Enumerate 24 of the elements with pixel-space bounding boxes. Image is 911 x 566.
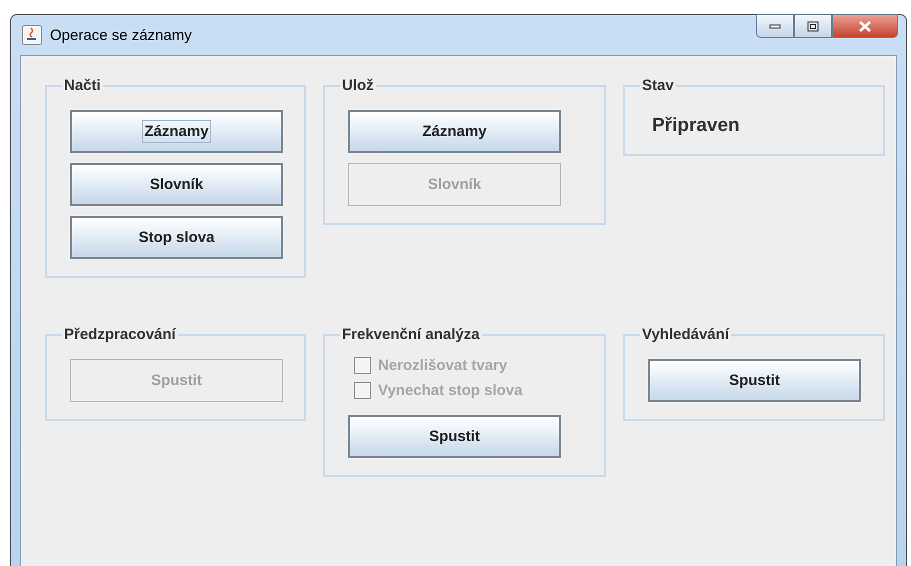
close-button[interactable] [832, 14, 898, 38]
minimize-button[interactable] [756, 14, 794, 38]
action-button[interactable]: Záznamy [70, 110, 283, 153]
group-title: Ulož [341, 77, 375, 94]
close-icon [858, 20, 872, 32]
status-text: Připraven [652, 115, 741, 137]
action-button[interactable]: Záznamy [348, 110, 561, 153]
maximize-icon [807, 20, 819, 32]
action-button[interactable]: Slovník [70, 163, 283, 206]
action-button[interactable]: Spustit [348, 415, 561, 458]
group-title: Frekvenční analýza [341, 326, 481, 343]
checkbox-label: Vynechat stop slova [378, 382, 522, 399]
coffee-cup-icon [22, 25, 42, 45]
group-title: Vyhledávání [641, 326, 730, 343]
maximize-button[interactable] [794, 14, 832, 38]
minimize-icon [769, 23, 781, 29]
focus-ring: Záznamy [143, 121, 210, 142]
checkbox-label: Nerozlišovat tvary [378, 357, 508, 374]
window-title: Operace se záznamy [50, 26, 192, 44]
action-button[interactable]: Stop slova [70, 216, 283, 259]
group-title: Načti [63, 77, 102, 94]
group-title: Předzpracování [63, 326, 177, 343]
group-title: Stav [641, 77, 675, 94]
action-button[interactable]: Spustit [648, 359, 861, 402]
